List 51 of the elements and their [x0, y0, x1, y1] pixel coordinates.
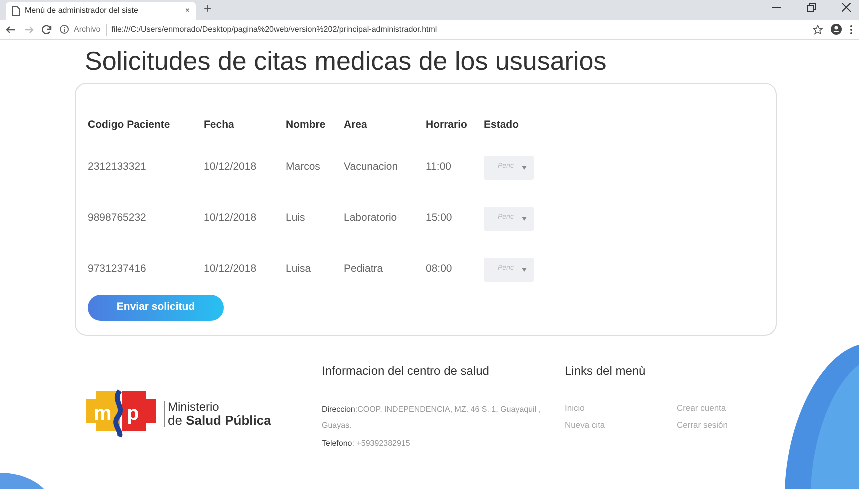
caret-icon — [522, 166, 527, 170]
page-title: Solicitudes de citas medicas de los ususarios — [85, 45, 608, 78]
table-cell-text: 10/12/2018 — [204, 160, 257, 175]
address-text: Direccion:COOP. INDEPENDENCIA, MZ. 46 S. 1, Guayaquil , Guayas. — [322, 404, 542, 432]
caret-icon — [522, 268, 527, 272]
star-icon[interactable] — [813, 24, 823, 34]
menu-icon[interactable] — [850, 24, 853, 34]
footer-link[interactable]: Cerrar sesión — [677, 419, 757, 432]
column-header: Horrario — [426, 118, 468, 134]
submit-button[interactable]: Enviar solicitud — [88, 295, 224, 321]
phone-text: Telefono: +59392382915 — [322, 438, 412, 450]
tab-title[interactable]: Menú de administrador del siste — [25, 5, 180, 17]
footer-link[interactable]: Crear cuenta — [677, 402, 757, 416]
table-cell-text: Laboratorio — [344, 210, 398, 226]
table-cell-text: 2312133321 — [88, 160, 146, 175]
table-cell-text: Vacunacion — [344, 160, 398, 175]
column-header: Estado — [484, 118, 520, 134]
page-icon — [12, 6, 20, 16]
info-icon[interactable] — [60, 25, 69, 34]
table-cell-text: 10/12/2018 — [204, 210, 257, 226]
section-heading: Informacion del centro de salud — [322, 364, 490, 378]
background-wave — [0, 473, 44, 489]
column-header: Fecha — [204, 118, 236, 134]
table-cell-text: Luisa — [286, 262, 312, 277]
new-tab-button[interactable]: + — [196, 0, 220, 20]
table-cell-text: 15:00 — [426, 210, 452, 226]
column-header: Codigo Paciente — [88, 118, 172, 134]
caret-icon — [522, 216, 527, 220]
footer-link[interactable]: Nueva cita — [565, 419, 677, 432]
logo-text: de Salud Pública — [168, 414, 272, 428]
logo-text: Ministerio — [168, 401, 220, 414]
column-header: Area — [344, 118, 368, 134]
table-cell-text: 08:00 — [426, 262, 452, 277]
reload-icon[interactable] — [42, 24, 52, 34]
table-cell-text: Pediatra — [344, 262, 384, 277]
footer-link[interactable]: Inicio — [565, 402, 677, 416]
url-text[interactable]: file:///C:/Users/enmorado/Desktop/pagina%20web/version%202/principal-administrador.html — [112, 24, 438, 36]
account-icon[interactable] — [831, 24, 842, 35]
url-label: Archivo — [74, 24, 107, 36]
table-cell-text: 9731237416 — [88, 262, 146, 277]
table-cell-text: 11:00 — [426, 160, 452, 175]
close-icon[interactable]: × — [185, 5, 190, 17]
table-cell-text: Luis — [286, 210, 306, 226]
table-cell-text: 10/12/2018 — [204, 262, 257, 277]
back-icon[interactable] — [6, 24, 16, 34]
section-heading: Links del menù — [565, 364, 647, 378]
column-header: Nombre — [286, 118, 327, 134]
table-cell-text: 9898765232 — [88, 210, 146, 226]
close-icon[interactable] — [842, 3, 851, 12]
restore-icon[interactable] — [807, 3, 816, 12]
table-cell-text: Marcos — [286, 160, 320, 175]
